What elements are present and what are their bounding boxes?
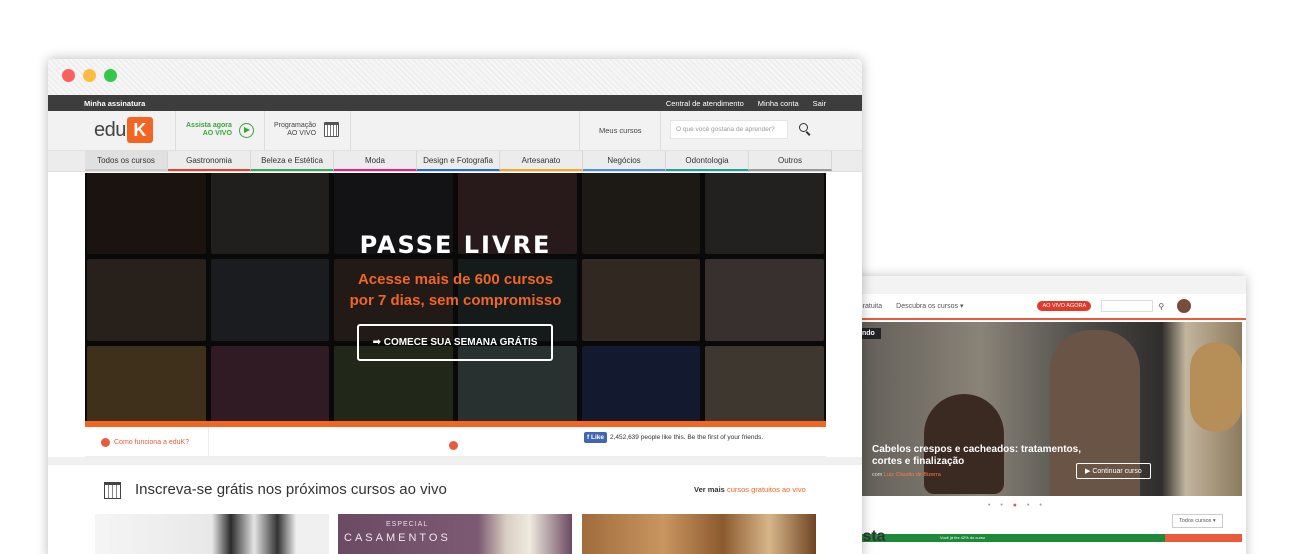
eduk-logo[interactable]: edu K <box>94 117 153 143</box>
banner-title: PASSE LIVRE <box>359 231 552 259</box>
play-circle-icon[interactable] <box>239 123 254 138</box>
banner-subtitle-line1: Acesse mais de 600 cursos <box>357 271 554 288</box>
course-hero: ndo Cabelos crespos e cacheados: tratame… <box>840 322 1242 542</box>
carousel-dot-active[interactable] <box>449 441 458 450</box>
see-more-target: cursos gratuitos ao vivo <box>726 485 806 494</box>
search-icon[interactable] <box>799 123 808 132</box>
minimize-window-button[interactable] <box>83 69 96 82</box>
category-beleza[interactable]: Beleza e Estética <box>251 151 334 171</box>
calendar-icon[interactable] <box>324 122 339 137</box>
secondary-browser-window: ção Gratuita Descubra os cursos ▾ AO VIV… <box>840 276 1246 554</box>
start-free-week-button[interactable]: ➡ COMECE SUA SEMANA GRÁTIS <box>357 324 553 361</box>
logo-text: edu <box>94 118 126 141</box>
facebook-like-button[interactable]: f Like <box>584 432 607 443</box>
search-icon[interactable]: ⚲ <box>1158 302 1164 311</box>
screenshot-stage: ção Gratuita Descubra os cursos ▾ AO VIV… <box>0 0 1290 554</box>
secondary-titlebar <box>840 276 1246 294</box>
footer-divider <box>208 427 209 457</box>
category-outros[interactable]: Outros <box>749 151 832 171</box>
section-title: Inscreva-se grátis nos próximos cursos a… <box>135 481 447 498</box>
category-nav: Todos os cursos Gastronomia Beleza e Est… <box>48 151 862 172</box>
search-input[interactable]: O que você gostaria de aprender? <box>670 120 788 139</box>
help-center-link[interactable]: Central de atendimento <box>666 99 744 108</box>
hero-author-name: Luiz Claudio de Bizerra <box>883 472 941 478</box>
course-card[interactable]: ESPECIAL CASAMENTOS <box>338 514 572 554</box>
category-all[interactable]: Todos os cursos <box>85 151 168 171</box>
header-divider <box>579 111 580 151</box>
hero-author-prefix: com <box>872 472 883 478</box>
free-live-courses-section: Inscreva-se grátis nos próximos cursos a… <box>48 465 862 554</box>
maximize-window-button[interactable] <box>104 69 117 82</box>
see-more-link[interactable]: Ver mais cursos gratuitos ao vivo <box>694 485 806 494</box>
continue-course-label: Continuar curso <box>1092 468 1142 475</box>
live-schedule-link[interactable]: Programação AO VIVO <box>274 122 316 138</box>
promo-banner[interactable]: PASSE LIVRE Acesse mais de 600 cursos po… <box>85 173 826 427</box>
continue-course-button[interactable]: ▶ Continuar curso <box>1076 463 1151 479</box>
secondary-search-input[interactable]: ⚲ <box>1101 300 1164 312</box>
my-subscription-link[interactable]: Minha assinatura <box>84 99 652 108</box>
info-icon <box>101 438 110 447</box>
main-browser-window: Minha assinatura Central de atendimento … <box>48 59 862 554</box>
schedule-line1: Programação <box>274 122 317 129</box>
watch-live-line1: Assista agora <box>186 122 232 129</box>
window-titlebar <box>48 59 862 95</box>
facebook-like-count: 2,452,639 people like this. Be the first… <box>610 434 764 441</box>
progress-text: Você já fez 42% do curso <box>940 535 986 540</box>
banner-footer: Como funciona a eduK? f Like 2,452,639 p… <box>85 427 826 457</box>
watch-live-line2: AO VIVO <box>202 130 232 137</box>
see-more-prefix: Ver mais <box>694 485 725 494</box>
category-negocios[interactable]: Negócios <box>583 151 666 171</box>
my-account-link[interactable]: Minha conta <box>758 99 799 108</box>
calendar-icon <box>104 482 121 499</box>
header-divider <box>264 111 265 151</box>
header-divider <box>660 111 661 151</box>
card-label-big: CASAMENTOS <box>344 532 451 544</box>
schedule-line2: AO VIVO <box>287 130 317 137</box>
course-card[interactable] <box>95 514 329 554</box>
category-artesanato[interactable]: Artesanato <box>500 151 583 171</box>
progress-fill <box>840 534 1165 542</box>
watch-live-link[interactable]: Assista agora AO VIVO <box>186 122 232 138</box>
facebook-like-label: Like <box>590 434 604 441</box>
hero-course-title: Cabelos crespos e cacheados: tratamentos… <box>872 444 1081 467</box>
logo-k-mark: K <box>126 117 153 143</box>
category-moda[interactable]: Moda <box>334 151 417 171</box>
how-it-works-link[interactable]: Como funciona a eduK? <box>101 438 189 447</box>
all-courses-filter[interactable]: Todos cursos ▾ <box>1172 514 1223 528</box>
course-progress-bar: Você já fez 42% do curso <box>840 534 1242 542</box>
hero-photo-food <box>1190 342 1242 432</box>
banner-subtitle-line2: por 7 dias, sem compromisso <box>349 292 562 309</box>
top-utility-bar: Minha assinatura Central de atendimento … <box>48 95 862 111</box>
section-separator <box>48 457 862 465</box>
facebook-like-widget: f Like 2,452,639 people like this. Be th… <box>584 432 763 443</box>
course-card[interactable] <box>582 514 816 554</box>
secondary-nav: ção Gratuita Descubra os cursos ▾ AO VIV… <box>840 294 1246 320</box>
banner-subtitle: Acesse mais de 600 cursos por 7 dias, se… <box>85 269 826 311</box>
card-label-small: ESPECIAL <box>386 521 429 528</box>
avatar[interactable] <box>1177 299 1192 313</box>
header-divider <box>350 111 351 151</box>
header-divider <box>175 111 176 151</box>
site-header: edu K Assista agora AO VIVO Programação … <box>48 111 862 151</box>
hero-author: com Luiz Claudio de Bizerra <box>872 472 941 478</box>
my-courses-link[interactable]: Meus cursos <box>599 126 642 135</box>
nav-discover-courses[interactable]: Descubra os cursos ▾ <box>896 302 963 310</box>
category-odontologia[interactable]: Odontologia <box>666 151 749 171</box>
how-it-works-label: Como funciona a eduK? <box>114 439 190 446</box>
hero-pagination[interactable]: • • ● • • <box>988 502 1046 509</box>
category-gastronomia[interactable]: Gastronomia <box>168 151 251 171</box>
close-window-button[interactable] <box>62 69 75 82</box>
wishlist-heading: ista <box>858 528 886 545</box>
category-design-fotografia[interactable]: Design e Fotografia <box>417 151 500 171</box>
progress-remaining <box>1165 534 1242 542</box>
logout-link[interactable]: Sair <box>813 99 826 108</box>
live-now-badge[interactable]: AO VIVO AGORA <box>1037 301 1092 311</box>
